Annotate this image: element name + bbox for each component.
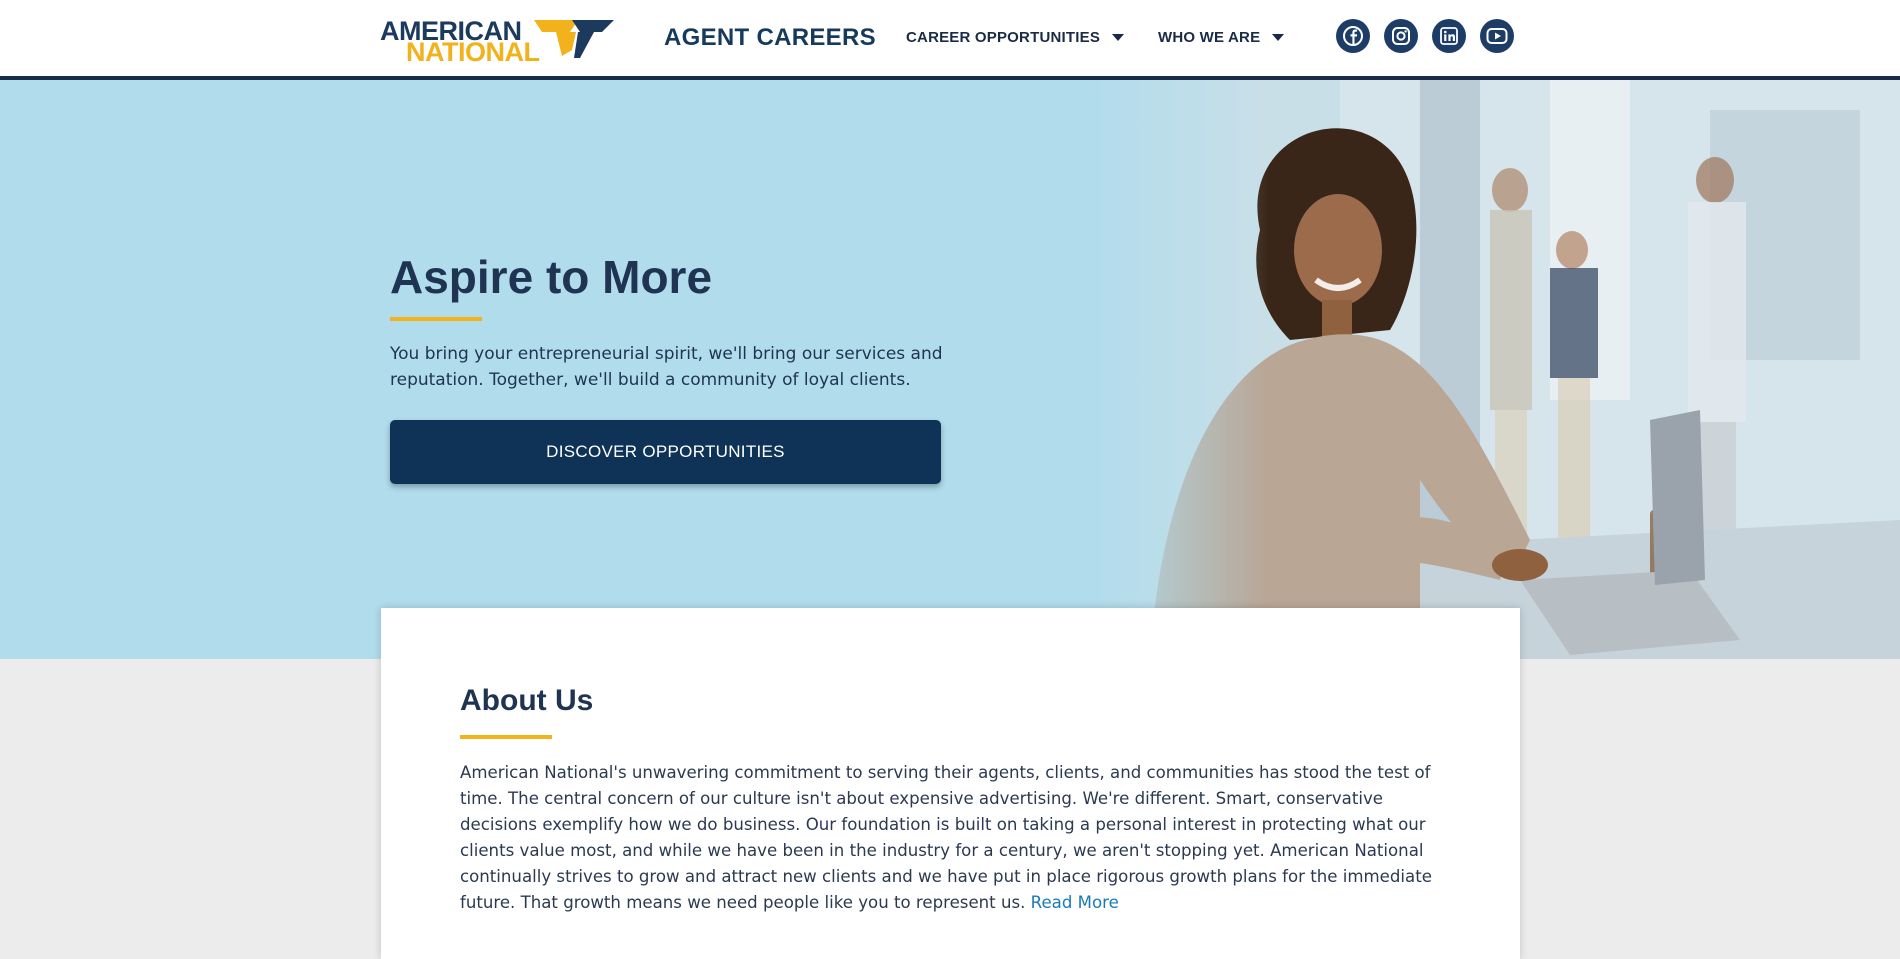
discover-opportunities-button[interactable]: DISCOVER OPPORTUNITIES — [390, 420, 941, 484]
logo-word-national: NATIONAL — [406, 37, 540, 67]
hero-section: Aspire to More You bring your entreprene… — [0, 80, 1900, 659]
facebook-link[interactable] — [1336, 19, 1370, 53]
site-title[interactable]: AGENT CAREERS — [664, 24, 876, 52]
hero-title: Aspire to More — [390, 251, 713, 303]
nav-label: WHO WE ARE — [1158, 29, 1261, 46]
eagle-logo-icon — [534, 20, 614, 58]
youtube-link[interactable] — [1480, 19, 1514, 53]
site-header: AMERICAN NATIONAL AGENT CAREERS CAREER O… — [0, 0, 1900, 80]
youtube-icon — [1486, 28, 1508, 44]
nav-who-we-are[interactable]: WHO WE ARE — [1158, 29, 1285, 46]
hero-photo-woman-at-laptop — [1090, 80, 1900, 659]
instagram-link[interactable] — [1384, 19, 1418, 53]
caret-down-icon — [1112, 34, 1125, 41]
about-us-card: About Us American National's unwavering … — [381, 608, 1520, 959]
about-heading-underline — [460, 735, 552, 739]
linkedin-link[interactable] — [1432, 19, 1466, 53]
read-more-link[interactable]: Read More — [1031, 893, 1119, 912]
linkedin-icon — [1440, 27, 1458, 45]
instagram-icon — [1392, 27, 1410, 45]
american-national-logo[interactable]: AMERICAN NATIONAL — [380, 16, 618, 67]
nav-career-opportunities[interactable]: CAREER OPPORTUNITIES — [906, 29, 1125, 46]
nav-label: CAREER OPPORTUNITIES — [906, 29, 1101, 46]
about-us-text: American National's unwavering commitmen… — [460, 760, 1450, 916]
facebook-icon — [1343, 26, 1363, 46]
hero-description: You bring your entrepreneurial spirit, w… — [390, 344, 943, 390]
about-paragraph: American National's unwavering commitmen… — [460, 763, 1432, 912]
caret-down-icon — [1272, 34, 1285, 41]
about-us-heading: About Us — [460, 684, 594, 717]
hero-title-underline — [390, 317, 482, 321]
